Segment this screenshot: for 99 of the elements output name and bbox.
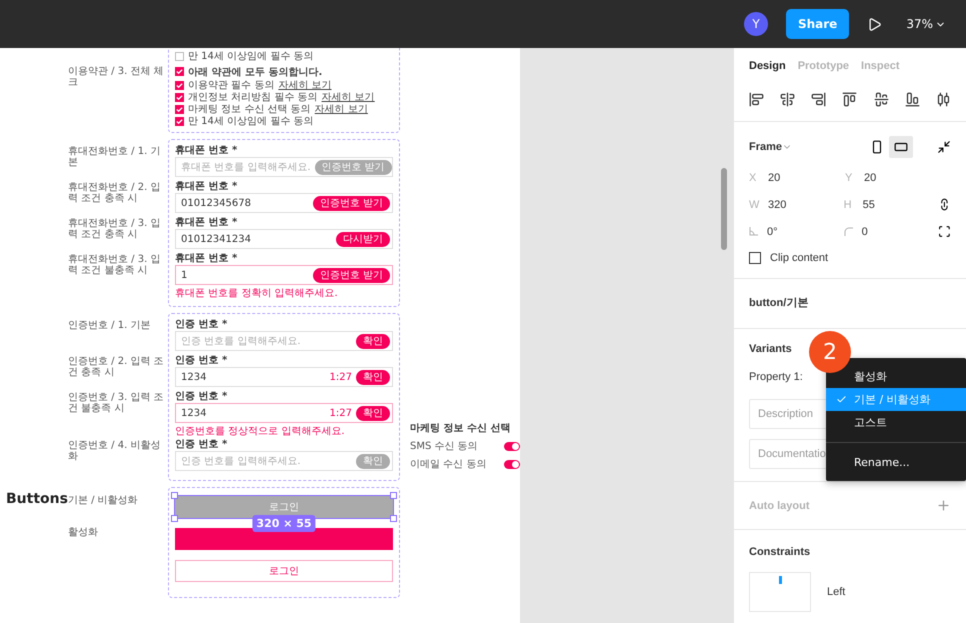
section-title: Variants (749, 343, 792, 355)
checkbox-label: 개인정보 처리방침 필수 동의 (188, 91, 318, 104)
property-label: Property 1: (749, 371, 803, 383)
corner-radius-icon (844, 227, 853, 236)
toggle-label: SMS 수신 동의 (410, 440, 478, 453)
constraint-dropdown[interactable]: Left (827, 586, 846, 598)
checkbox-label: 이용약관 필수 동의 (188, 79, 274, 92)
checkbox[interactable] (175, 92, 184, 102)
checkbox[interactable] (175, 67, 184, 76)
field-label: 휴대폰 번호 * (175, 181, 238, 193)
variant-label: 휴대전화번호 / 2. 입력 조건 충족 시 (68, 182, 160, 204)
checkbox-label: 아래 약관에 모두 동의합니다. (188, 66, 322, 78)
resize-handle[interactable] (171, 515, 178, 522)
verify-button[interactable]: 인증번호 받기 (312, 196, 390, 210)
portrait-rectangle-icon (870, 140, 884, 154)
orientation-toggle[interactable] (889, 136, 913, 158)
property-field[interactable]: Y 20 (845, 172, 941, 184)
section-heading: Buttons (6, 490, 68, 507)
resize-to-fit-icon[interactable] (937, 140, 951, 154)
align-bottom-icon[interactable] (904, 92, 920, 107)
variant-label: 인증번호 / 1. 기본 (68, 320, 150, 331)
panel-tab[interactable]: Design (749, 60, 786, 72)
align-top-icon[interactable] (842, 92, 858, 107)
input-field[interactable]: 1 인증번호 받기 (175, 265, 393, 285)
checkbox-label: Clip content (770, 252, 828, 264)
field-label: 인증 번호 * (175, 439, 228, 451)
play-icon[interactable] (867, 16, 882, 32)
verify-button[interactable]: 다시받기 (336, 232, 390, 246)
input-field[interactable]: 1234 1:27 확인 (175, 367, 393, 387)
checkbox[interactable] (175, 116, 184, 126)
distribute-icon[interactable] (936, 92, 951, 107)
field-label: 인증 번호 * (175, 319, 228, 331)
checkbox[interactable] (175, 52, 184, 60)
toggle-label: 이메일 수신 동의 (410, 458, 486, 471)
variant-label: 휴대전화번호 / 1. 기본 (68, 146, 160, 168)
variant-label: 인증번호 / 3. 입력 조건 불충족 시 (68, 392, 164, 414)
verify-button[interactable]: 확인 (356, 406, 390, 420)
property-field[interactable]: 0° (749, 226, 844, 238)
error-message: 휴대폰 번호를 정확히 입력해주세요. (175, 287, 339, 300)
resize-handle[interactable] (390, 515, 397, 522)
add-icon[interactable] (936, 498, 951, 513)
checkbox-label: 만 14세 이상임에 필수 동의 (188, 115, 314, 128)
countdown-timer: 1:27 (330, 408, 352, 418)
align-center-icon[interactable] (780, 92, 796, 107)
details-link[interactable]: 자세히 보기 (314, 102, 368, 116)
checkbox[interactable] (749, 252, 761, 264)
variant-label: 휴대전화번호 / 3. 입력 조건 불충족 시 (68, 254, 160, 276)
input-field[interactable]: 인증 번호를 입력해주세요. 확인 (175, 331, 393, 351)
property-field[interactable]: H 55 (844, 198, 938, 210)
verify-button[interactable]: 인증번호 받기 (312, 268, 390, 282)
input-field[interactable]: 01012345678 인증번호 받기 (175, 193, 393, 213)
resize-handle[interactable] (390, 492, 397, 499)
property-field[interactable]: W 320 (749, 198, 844, 210)
property-field[interactable]: X 20 (749, 172, 845, 184)
field-label: 인증 번호 * (175, 391, 228, 403)
countdown-timer: 1:27 (330, 372, 352, 382)
variant-label: 인증번호 / 4. 비활성화 (68, 440, 160, 462)
menu-item[interactable]: 고스트 (826, 411, 966, 434)
login-button[interactable]: 로그인 (175, 560, 393, 582)
component-name: button/기본 (749, 296, 808, 310)
variant-label: 기본 / 비활성화 (68, 495, 138, 506)
field-label: 휴대폰 번호 * (175, 145, 238, 157)
user-avatar[interactable]: Y (744, 12, 768, 36)
angle-icon (749, 227, 758, 236)
landscape-rectangle-icon (894, 140, 908, 154)
align-left-icon[interactable] (749, 92, 764, 107)
size-tooltip: 320 × 55 (252, 515, 316, 532)
checkbox[interactable] (175, 80, 184, 90)
menu-item[interactable]: Rename... (826, 451, 966, 474)
checkbox[interactable] (175, 104, 184, 114)
resize-handle[interactable] (171, 492, 178, 499)
details-link[interactable]: 자세히 보기 (322, 90, 375, 104)
variant-label: 인증번호 / 2. 입력 조건 충족 시 (68, 356, 164, 378)
section-title: Frame (749, 141, 782, 153)
field-label: 인증 번호 * (175, 355, 228, 367)
field-label: 휴대폰 번호 * (175, 217, 238, 229)
zoom-dropdown[interactable]: 37% (900, 16, 952, 32)
input-field[interactable]: 1234 1:27 확인 (175, 403, 393, 423)
checkmark-icon (836, 394, 847, 405)
checkbox-label: 마케팅 정보 수신 선택 동의 (188, 103, 311, 116)
details-link[interactable]: 자세히 보기 (278, 78, 332, 92)
checkbox-label: 만 14세 이상임에 필수 동의 (188, 50, 314, 63)
input-field[interactable]: 01012341234 다시받기 (175, 229, 393, 249)
align-right-icon[interactable] (811, 92, 826, 107)
variant-label: 휴대전화번호 / 3. 입력 조건 충족 시 (68, 218, 160, 240)
section-title: 마케팅 정보 수신 선택 (410, 422, 512, 435)
align-middle-icon[interactable] (874, 92, 889, 107)
error-message: 인증번호를 정상적으로 입력해주세요. (175, 425, 346, 438)
section-title: Auto layout (749, 500, 810, 512)
toggle-switch[interactable] (504, 460, 520, 468)
variant-label: 활성화 (68, 527, 98, 538)
verify-button[interactable]: 확인 (356, 334, 390, 348)
variant-label: 이용약관 / 3. 전체 체크 (68, 66, 164, 88)
corner-icon[interactable] (938, 225, 951, 238)
toggle-switch[interactable] (504, 442, 520, 450)
section-title: Constraints (749, 546, 810, 558)
field-label: 휴대폰 번호 * (175, 253, 238, 265)
property-field[interactable]: 0 (844, 226, 938, 238)
verify-button[interactable]: 확인 (356, 370, 390, 384)
